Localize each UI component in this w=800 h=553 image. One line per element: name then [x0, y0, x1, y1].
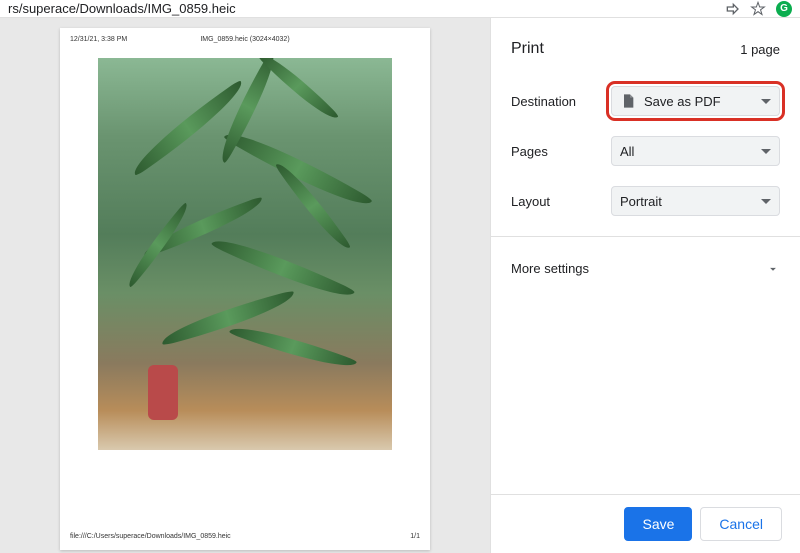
preview-file-url: file:///C:/Users/superace/Downloads/IMG_…	[70, 533, 231, 540]
destination-value: Save as PDF	[644, 94, 721, 109]
pages-value: All	[620, 144, 634, 159]
dropdown-arrow-icon	[761, 149, 771, 154]
dialog-title: Print	[511, 40, 544, 58]
pages-label: Pages	[511, 144, 611, 159]
bookmark-star-icon[interactable]	[750, 1, 766, 17]
dialog-footer: Save Cancel	[491, 494, 800, 553]
chevron-down-icon	[766, 262, 780, 276]
layout-value: Portrait	[620, 194, 662, 209]
page-count-label: 1 page	[740, 42, 780, 57]
print-preview-panel: 12/31/21, 3:38 PM IMG_0859.heic (3024×40…	[0, 18, 490, 553]
more-settings-toggle[interactable]: More settings	[491, 247, 800, 290]
pages-dropdown[interactable]: All	[611, 136, 780, 166]
url-text[interactable]: rs/superace/Downloads/IMG_0859.heic	[8, 1, 724, 16]
pdf-file-icon	[620, 93, 636, 109]
destination-label: Destination	[511, 94, 611, 109]
extension-icon[interactable]: G	[776, 1, 792, 17]
preview-image	[98, 58, 392, 450]
address-bar: rs/superace/Downloads/IMG_0859.heic G	[0, 0, 800, 18]
dropdown-arrow-icon	[761, 99, 771, 104]
preview-page-number: 1/1	[410, 533, 420, 540]
preview-timestamp: 12/31/21, 3:38 PM	[70, 36, 127, 43]
save-button[interactable]: Save	[624, 507, 692, 541]
divider	[491, 236, 800, 237]
share-icon[interactable]	[724, 1, 740, 17]
dropdown-arrow-icon	[761, 199, 771, 204]
more-settings-label: More settings	[511, 261, 589, 276]
layout-dropdown[interactable]: Portrait	[611, 186, 780, 216]
layout-label: Layout	[511, 194, 611, 209]
cancel-button[interactable]: Cancel	[700, 507, 782, 541]
destination-dropdown[interactable]: Save as PDF	[611, 86, 780, 116]
print-dialog: Print 1 page Destination Save as PDF Pag…	[490, 18, 800, 553]
preview-filename: IMG_0859.heic (3024×4032)	[200, 36, 289, 43]
page-preview: 12/31/21, 3:38 PM IMG_0859.heic (3024×40…	[60, 28, 430, 550]
